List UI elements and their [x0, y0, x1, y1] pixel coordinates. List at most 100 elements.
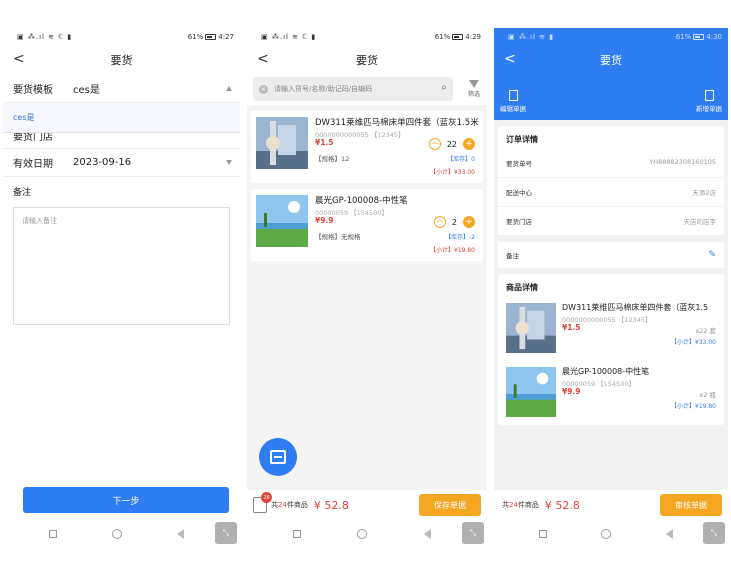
screen-order-detail: ▣ ⁂.ıl ≋ ▮ 61% 4:30 < 要货 编辑单据 新增单据 订单详情 … [494, 28, 728, 548]
quantity-stepper: − 22 + [428, 138, 475, 150]
date-value: 2023-09-16 [73, 157, 132, 168]
order-no-row: 要货单号 YH88882308160105 [498, 149, 724, 178]
system-back-icon[interactable] [177, 529, 185, 539]
count-suffix: 件商品 [517, 501, 539, 509]
template-select[interactable]: 要货模板 ces是 [3, 75, 240, 103]
stock-info: 【库存】0 [447, 156, 475, 163]
product-name: DW311莱维匹马棉床单四件套（蓝灰1.5米 [315, 118, 479, 128]
search-input[interactable]: × 请输入货号/名称/助记码/自编码 ⌕ [253, 77, 453, 101]
subtotal: 【小计】¥33.00 [430, 169, 475, 176]
product-price: ¥9.9 [562, 387, 581, 396]
dropdown-option[interactable]: ces是 [3, 103, 240, 133]
filter-icon [469, 80, 479, 88]
edit-icon[interactable]: ✎ [708, 250, 716, 260]
subtotal: 【小计】¥33.00 [671, 339, 716, 346]
dist-center-value: 天添2店 [692, 189, 716, 197]
filter-button[interactable]: 筛选 [463, 77, 485, 98]
home-icon[interactable] [601, 529, 612, 539]
product-image [506, 303, 556, 353]
goods-card[interactable]: DW311莱维匹马棉床单四件套（蓝灰1.5米 0000000000055 【12… [251, 111, 483, 183]
home-icon[interactable] [111, 529, 122, 539]
dist-center-row: 配送中心 天添2店 [498, 178, 724, 207]
nav-bar: < 要货 [494, 45, 728, 75]
caret-down-icon [226, 160, 232, 165]
cart-icon[interactable]: 26 [253, 492, 272, 513]
template-value: ces是 [73, 85, 100, 96]
minus-icon[interactable]: − [428, 138, 441, 150]
battery-icon [693, 33, 705, 40]
battery-percent: 61% [187, 32, 204, 41]
count-suffix: 件商品 [286, 501, 308, 509]
page-title: 要货 [110, 54, 133, 67]
system-back-icon[interactable] [665, 529, 673, 539]
store-label: 要货门店 [13, 133, 53, 143]
dist-center-label: 配送中心 [506, 189, 532, 197]
total-price: ¥ 52.8 [313, 498, 349, 512]
plus-icon[interactable]: + [463, 216, 475, 228]
scan-button[interactable] [259, 438, 297, 476]
plus-icon[interactable]: + [463, 138, 475, 150]
item-count: 24 [509, 501, 518, 509]
count-prefix: 共 [502, 501, 509, 509]
header: ▣ ⁂.ıl ≋ ▮ 61% 4:30 < 要货 编辑单据 新增单据 [494, 28, 728, 120]
nav-bar: < 要货 [247, 45, 487, 75]
page-title: 要货 [356, 54, 378, 67]
remark-textarea[interactable]: 请输入备注 [13, 207, 230, 325]
page-title: 要货 [600, 54, 622, 67]
audit-button[interactable]: 审核单据 [660, 494, 722, 516]
item-count: 24 [278, 501, 287, 509]
clear-icon[interactable]: × [259, 84, 268, 94]
back-icon[interactable]: < [504, 51, 516, 67]
next-button[interactable]: 下一步 [23, 487, 229, 513]
home-icon[interactable] [357, 529, 368, 539]
stock-info: 【库存】-2 [445, 234, 475, 241]
date-select[interactable]: 有效日期 2023-09-16 [3, 149, 240, 177]
store-select[interactable]: 要货门店 [3, 133, 240, 149]
system-nav-bar: ⤡ [3, 520, 240, 548]
product-price: ¥9.9 [315, 216, 334, 225]
quantity-value[interactable]: 2 [452, 218, 457, 227]
clock: 4:29 [465, 32, 481, 41]
date-label: 有效日期 [13, 159, 53, 170]
battery-percent: 61% [434, 32, 451, 41]
goods-card[interactable]: 晨光GP-100008-中性笔 00000059 【154500】 ¥9.9 【… [251, 189, 483, 261]
scan-icon [270, 450, 286, 464]
subtotal: 【小计】¥19.80 [671, 403, 716, 410]
product-name: 晨光GP-100008-中性笔 [315, 196, 408, 206]
status-icons: ▣ ⁂.ıl ≋ ▮ [508, 32, 555, 41]
search-icon[interactable]: ⌕ [441, 82, 447, 93]
edit-doc-button[interactable]: 编辑单据 [500, 90, 526, 113]
system-back-icon[interactable] [423, 529, 431, 539]
back-icon[interactable]: < [257, 51, 269, 67]
recent-apps-icon[interactable] [293, 530, 302, 538]
product-price: ¥1.5 [315, 138, 334, 147]
back-icon[interactable]: < [13, 51, 25, 67]
caret-up-icon [226, 86, 232, 91]
add-doc-button[interactable]: 新增单据 [696, 90, 722, 113]
quantity-value[interactable]: 22 [447, 140, 457, 149]
recent-apps-icon[interactable] [539, 530, 548, 538]
list-item[interactable]: DW311莱维匹马棉床单四件套（蓝灰1.5 0000000000055 【123… [498, 297, 724, 361]
store-value: 天店的店字 [683, 218, 717, 226]
recent-apps-icon[interactable] [48, 530, 57, 538]
remark-row[interactable]: 备注 ✎ [498, 242, 724, 268]
add-doc-icon [704, 90, 714, 101]
product-price: ¥1.5 [562, 323, 581, 332]
remark-placeholder: 请输入备注 [22, 217, 57, 225]
save-button[interactable]: 保存单据 [419, 494, 481, 516]
battery-icon [205, 33, 217, 40]
nav-bar: < 要货 [3, 45, 240, 75]
expand-icon[interactable]: ⤡ [703, 522, 725, 544]
goods-detail-card: 商品详情 DW311莱维匹马棉床单四件套（蓝灰1.5 0000000000055… [498, 274, 724, 425]
expand-icon[interactable]: ⤡ [215, 522, 237, 544]
product-name: DW311莱维匹马棉床单四件套（蓝灰1.5 [562, 303, 709, 312]
dropdown-option-label: ces是 [13, 113, 35, 122]
subtotal: 【小计】¥19.80 [430, 247, 475, 254]
expand-icon[interactable]: ⤡ [462, 522, 484, 544]
minus-icon[interactable]: − [433, 216, 446, 228]
product-qty: x2 瓶 [699, 391, 716, 399]
product-name: 晨光GP-100008-中性笔 [562, 367, 650, 376]
list-item[interactable]: 晨光GP-100008-中性笔 00000059 【154500】 ¥9.9 x… [498, 361, 724, 425]
system-nav-bar: ⤡ [494, 520, 728, 548]
order-no-value: YH88882308160105 [649, 158, 716, 166]
